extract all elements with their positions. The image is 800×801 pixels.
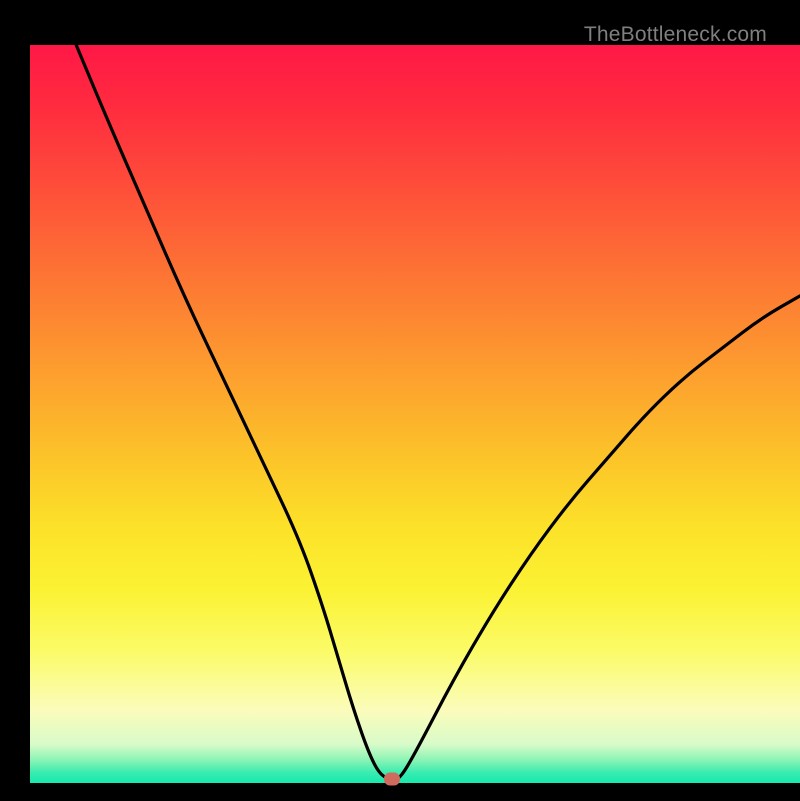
bottleneck-curve — [30, 45, 800, 801]
optimal-point-marker — [384, 773, 400, 786]
chart-frame: TheBottleneck.com — [15, 15, 785, 785]
plot-area — [30, 45, 800, 801]
watermark-text: TheBottleneck.com — [584, 23, 767, 47]
